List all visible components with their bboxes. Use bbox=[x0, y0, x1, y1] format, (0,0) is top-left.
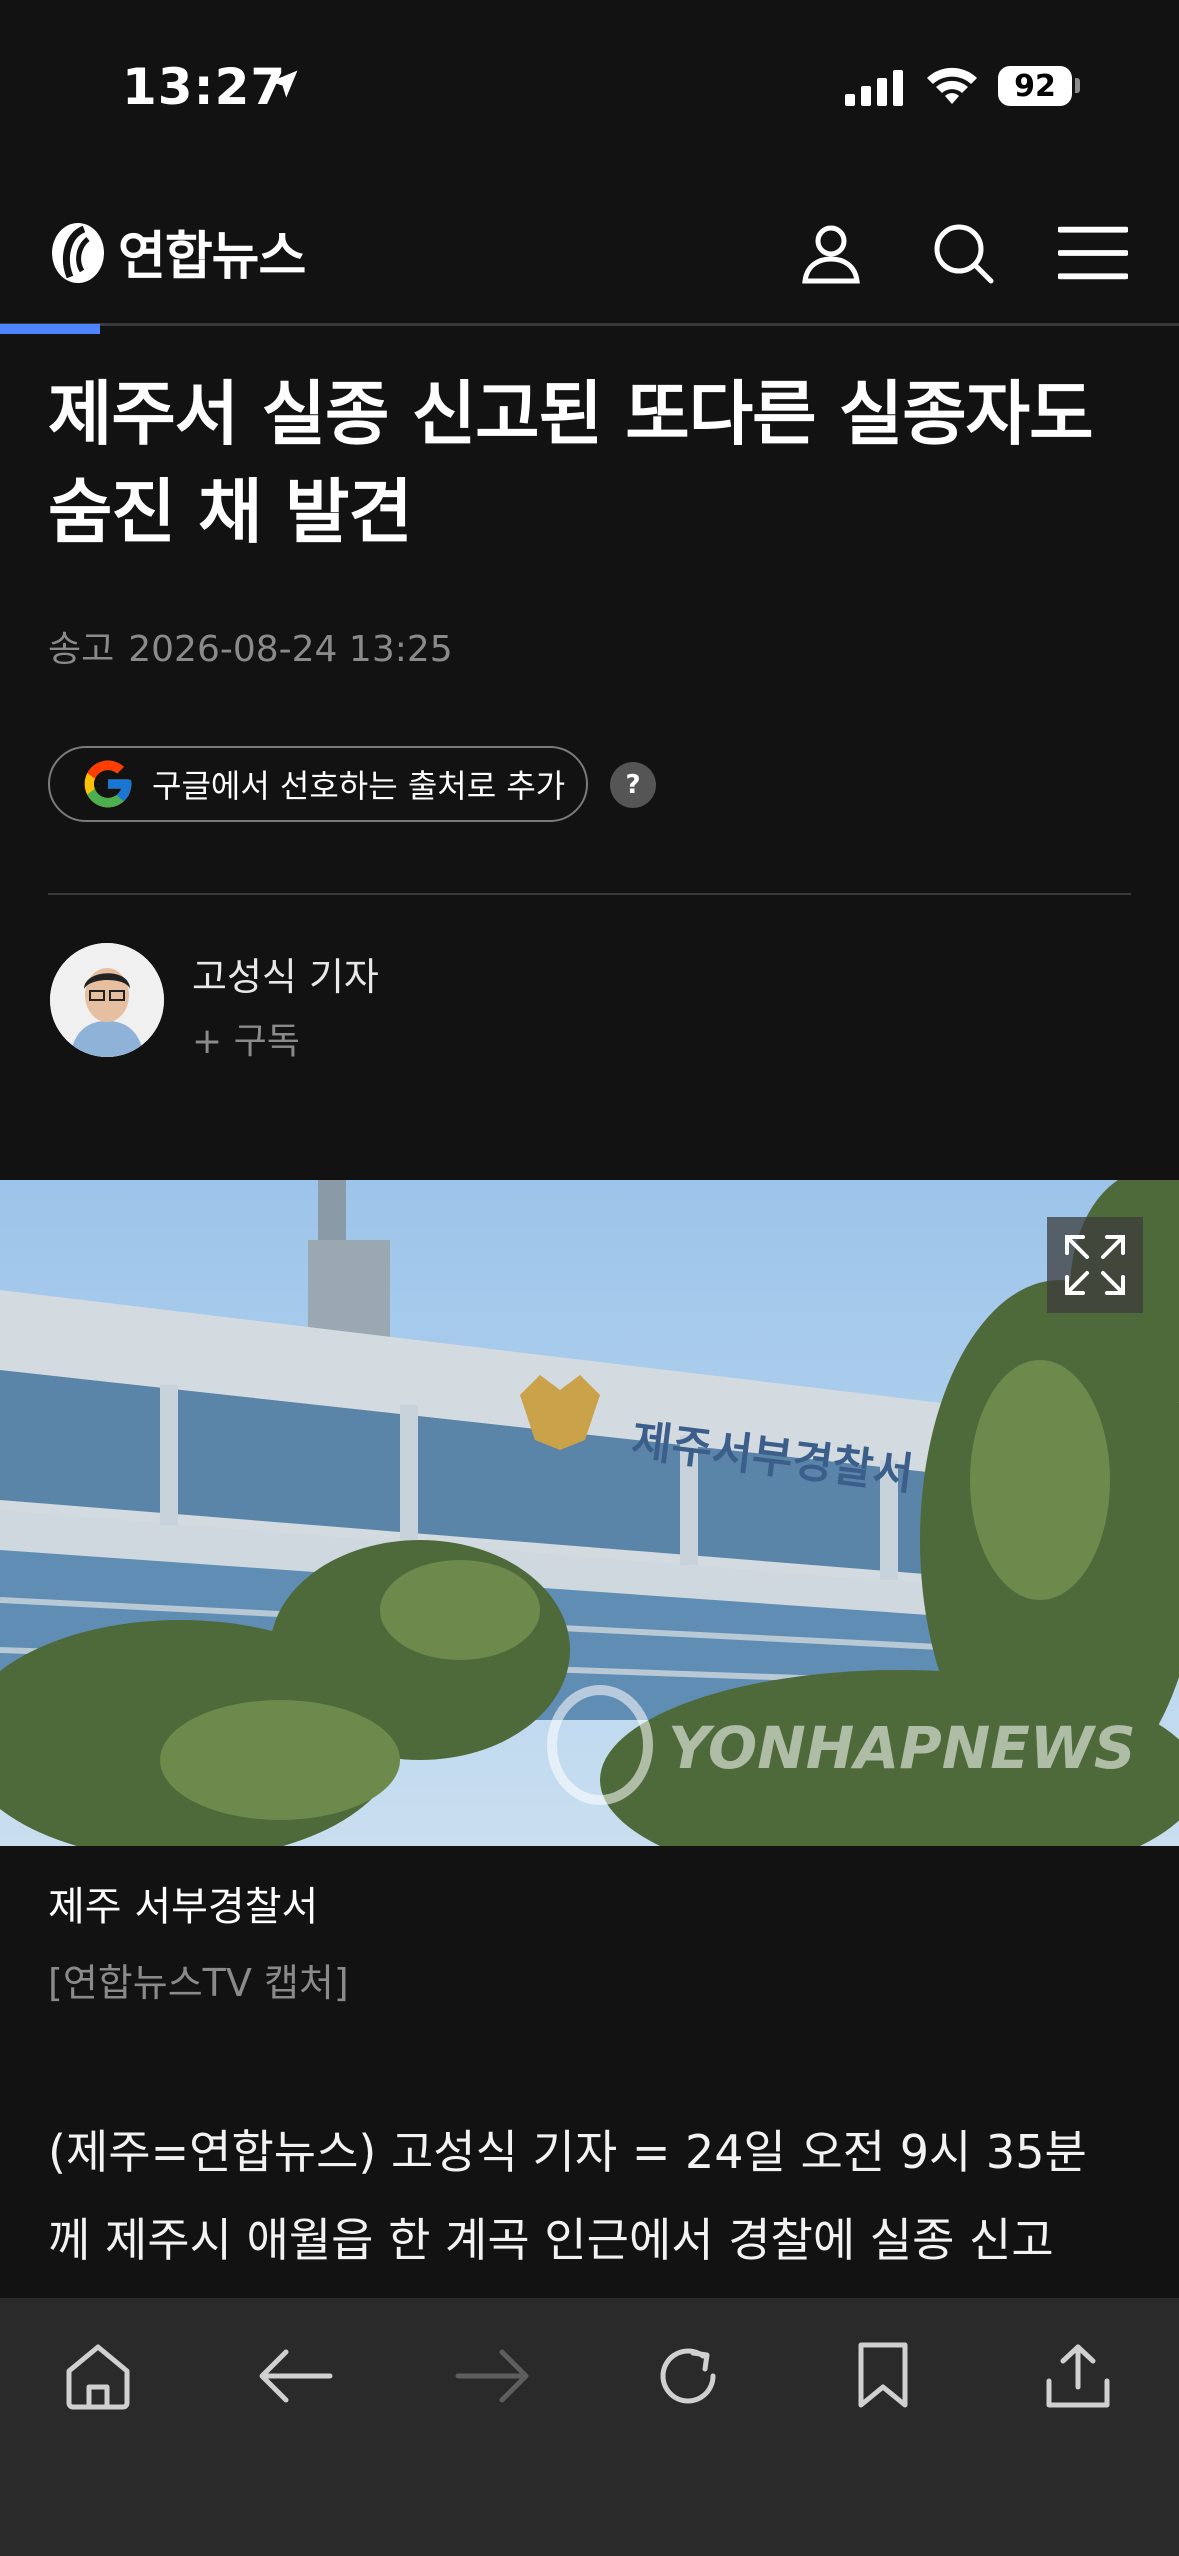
bookmark-icon[interactable] bbox=[843, 2336, 923, 2416]
article-meta: 송고 2026-08-24 13:25 bbox=[48, 620, 467, 672]
photo-credit: [연합뉴스TV 캡처] bbox=[48, 1961, 349, 2005]
home-icon[interactable] bbox=[58, 2336, 138, 2416]
body-line: (제주=연합뉴스) 고성식 기자 = 24일 오전 9시 35분 bbox=[48, 2125, 1087, 2179]
yonhap-logo[interactable]: 연합뉴스 bbox=[48, 214, 306, 289]
google-preferred-source-button[interactable]: 구글에서 선호하는 출처로 추가 bbox=[48, 746, 588, 822]
wifi-icon bbox=[925, 64, 979, 112]
article-body: (제주=연합뉴스) 고성식 기자 = 24일 오전 9시 35분 께 제주시 애… bbox=[48, 2108, 1148, 2284]
reading-progress-bar bbox=[0, 324, 100, 334]
location-arrow-icon bbox=[266, 66, 302, 106]
sent-time: 2026-08-24 13:25 bbox=[128, 629, 453, 670]
google-button-label: 구글에서 선호하는 출처로 추가 bbox=[152, 767, 566, 805]
reporter-name[interactable]: 고성식 기자 bbox=[192, 946, 379, 1001]
menu-icon[interactable] bbox=[1058, 218, 1128, 288]
section-divider bbox=[48, 893, 1131, 895]
photo-caption: 제주 서부경찰서 bbox=[48, 1884, 319, 1930]
article-title: 제주서 실종 신고된 또다른 실종자도 숨진 채 발견 bbox=[48, 373, 1093, 553]
share-icon[interactable] bbox=[1038, 2336, 1118, 2416]
user-icon[interactable] bbox=[796, 218, 866, 288]
photo-watermark: YONHAPNEWS bbox=[668, 1714, 1136, 1782]
reporter-avatar[interactable] bbox=[50, 943, 164, 1057]
battery-nub bbox=[1075, 78, 1080, 93]
browser-toolbar bbox=[0, 2298, 1179, 2556]
google-icon bbox=[84, 760, 132, 808]
search-icon[interactable] bbox=[928, 218, 998, 288]
subscribe-button[interactable]: + 구독 bbox=[192, 1012, 300, 1064]
expand-icon[interactable] bbox=[1047, 1217, 1143, 1313]
logo-text: 연합뉴스 bbox=[118, 227, 306, 287]
article-photo[interactable]: 제주서부경찰서 YONHAPNEWS bbox=[0, 1180, 1179, 1846]
back-icon[interactable] bbox=[256, 2336, 336, 2416]
forward-icon[interactable] bbox=[452, 2336, 532, 2416]
signal-icon bbox=[845, 70, 905, 110]
status-time: 13:27 bbox=[122, 58, 287, 116]
battery-indicator: 92 bbox=[998, 66, 1072, 106]
body-line: 께 제주시 애월읍 한 계곡 인근에서 경찰에 실종 신고 bbox=[48, 2213, 1054, 2267]
header-divider bbox=[0, 323, 1179, 326]
yonhap-logo-icon bbox=[52, 222, 104, 283]
sent-label: 송고 bbox=[48, 629, 115, 670]
reload-icon[interactable] bbox=[648, 2336, 728, 2416]
help-button[interactable]: ? bbox=[610, 762, 656, 808]
